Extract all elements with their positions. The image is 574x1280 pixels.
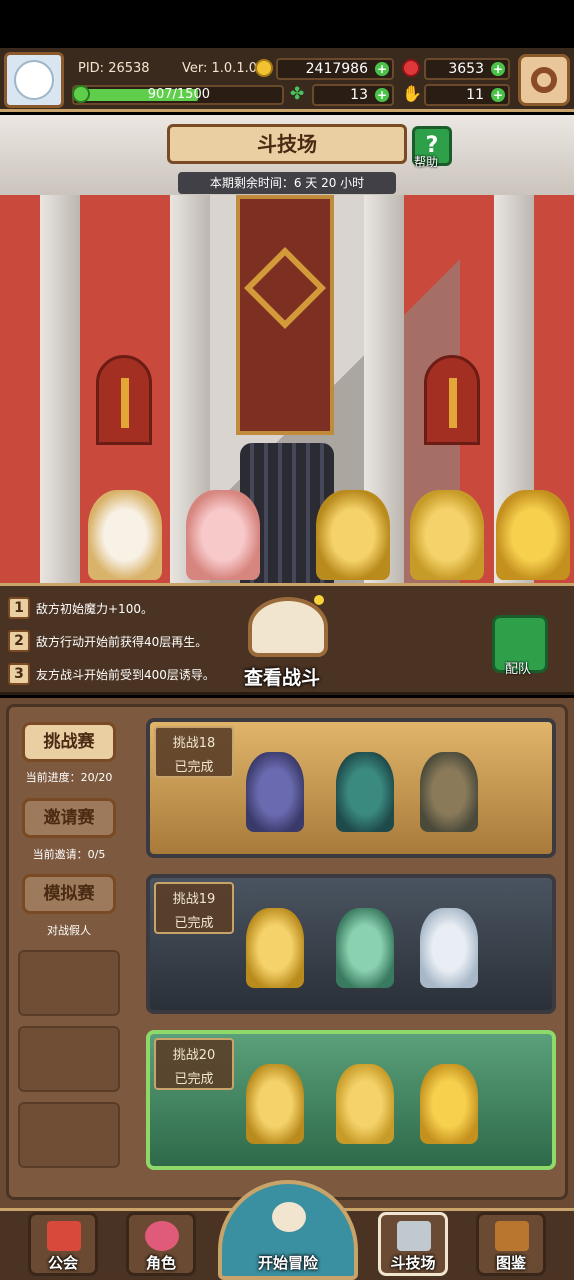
challenge-status: 已完成 — [174, 1072, 214, 1087]
invite-progress: 当前邀请：0/5 — [32, 848, 106, 861]
modifier-number: 2 — [8, 630, 30, 652]
hand-icon: ✋ — [402, 84, 422, 103]
guild-icon — [47, 1221, 81, 1251]
challenge-progress: 当前进度：20/20 — [25, 771, 113, 784]
challenge-tag: 挑战19 已完成 — [154, 882, 234, 934]
experience-gem-icon — [72, 85, 90, 103]
modifier-row: 2 敌方行动开始前获得40层再生。 — [8, 627, 207, 655]
enemy-figure — [336, 908, 394, 988]
add-clover-button[interactable]: + — [375, 88, 389, 102]
enemy-figure — [246, 752, 304, 832]
hand-counter: 11 + — [424, 84, 510, 106]
nav-arena-label: 斗技场 — [390, 1254, 436, 1272]
modifier-text: 敌方行动开始前获得40层再生。 — [36, 634, 208, 649]
sword-icon — [121, 378, 129, 428]
gold-coin-icon — [255, 59, 273, 77]
enemy-figure — [336, 752, 394, 832]
version-label: Ver: 1.0.1.0 — [182, 61, 257, 76]
enemy-hero-1 — [316, 490, 390, 580]
challenge-title: 挑战19 — [172, 892, 216, 907]
crossed-swords-icon — [397, 1221, 431, 1251]
character-icon — [145, 1221, 179, 1251]
challenge-title: 挑战18 — [172, 736, 216, 751]
challenge-status: 已完成 — [174, 916, 214, 931]
clover-icon: ✤ — [290, 84, 305, 104]
empty-slot — [18, 1102, 120, 1168]
notification-dot — [314, 595, 324, 605]
status-bar — [0, 0, 574, 48]
challenge-title: 挑战20 — [172, 1048, 216, 1063]
gem-value: 3653 — [448, 61, 484, 77]
enemy-hero-3 — [496, 490, 570, 580]
season-timer: 本期剩余时间：6 天 20 小时 — [178, 172, 396, 194]
enemy-hero-2 — [410, 490, 484, 580]
modifier-number: 3 — [8, 663, 30, 685]
enemy-figure — [420, 752, 478, 832]
add-hand-button[interactable]: + — [491, 88, 505, 102]
nav-guild-label: 公会 — [47, 1254, 78, 1272]
empty-slot — [18, 950, 120, 1016]
challenge-tag: 挑战20 已完成 — [154, 1038, 234, 1090]
modifier-row: 1 敌方初始魔力+100。 — [8, 594, 153, 622]
nav-codex-label: 图鉴 — [495, 1254, 526, 1272]
arena-banner — [236, 195, 334, 435]
wall-niche — [96, 355, 152, 445]
team-setup-label: 配队 — [505, 662, 532, 677]
magnifier-icon — [272, 1202, 306, 1232]
simulation-subtitle: 对战假人 — [47, 924, 91, 937]
challenge-card[interactable]: 挑战18 已完成 — [146, 718, 556, 858]
enemy-figure — [420, 908, 478, 988]
view-battle-label[interactable]: 查看战斗 — [244, 663, 320, 690]
player-id: PID: 26538 — [78, 61, 150, 76]
start-adventure-label: 开始冒险 — [257, 1254, 318, 1272]
enemy-figure — [246, 1064, 304, 1144]
banner-emblem-icon — [243, 246, 327, 330]
hand-value: 11 — [466, 87, 484, 103]
challenge-status: 已完成 — [174, 760, 214, 775]
challenge-card[interactable]: 挑战19 已完成 — [146, 874, 556, 1014]
help-label: 帮助 — [414, 155, 439, 169]
experience-text: 907/1500 — [147, 87, 210, 102]
view-battle-button[interactable] — [248, 597, 328, 657]
enemy-figure — [246, 908, 304, 988]
add-gem-button[interactable]: + — [491, 62, 505, 76]
ally-hero-1 — [88, 490, 162, 580]
challenge-card-selected[interactable]: 挑战20 已完成 — [146, 1030, 556, 1170]
clover-counter: 13 + — [312, 84, 394, 106]
modifier-row: 3 友方战斗开始前受到400层诱导。 — [8, 660, 215, 688]
tab-challenge[interactable]: 挑战赛 — [22, 722, 116, 762]
enemy-figure — [336, 1064, 394, 1144]
nav-character-label: 角色 — [145, 1254, 176, 1272]
enemy-figure — [420, 1064, 478, 1144]
gear-icon — [531, 67, 557, 93]
modifier-text: 友方战斗开始前受到400层诱导。 — [36, 667, 215, 682]
wall-niche — [424, 355, 480, 445]
player-avatar[interactable] — [4, 52, 64, 108]
avatar-face-icon — [14, 60, 54, 100]
modifier-text: 敌方初始魔力+100。 — [36, 601, 153, 616]
gold-value: 2417986 — [305, 61, 368, 77]
ruby-gem-icon — [402, 59, 420, 77]
sword-icon — [449, 378, 457, 428]
tab-invite[interactable]: 邀请赛 — [22, 798, 116, 838]
clover-value: 13 — [350, 87, 368, 103]
page-title: 斗技场 — [167, 124, 407, 164]
empty-slot — [18, 1026, 120, 1092]
modifier-number: 1 — [8, 597, 30, 619]
gem-counter: 3653 + — [424, 58, 510, 80]
challenge-tag: 挑战18 已完成 — [154, 726, 234, 778]
settings-button[interactable] — [518, 54, 570, 106]
codex-book-icon — [495, 1221, 529, 1251]
gold-counter: 2417986 + — [276, 58, 394, 80]
ally-hero-2 — [186, 490, 260, 580]
experience-bar: 907/1500 — [72, 85, 284, 105]
tab-simulation[interactable]: 模拟赛 — [22, 874, 116, 914]
pillar — [40, 195, 80, 583]
add-gold-button[interactable]: + — [375, 62, 389, 76]
